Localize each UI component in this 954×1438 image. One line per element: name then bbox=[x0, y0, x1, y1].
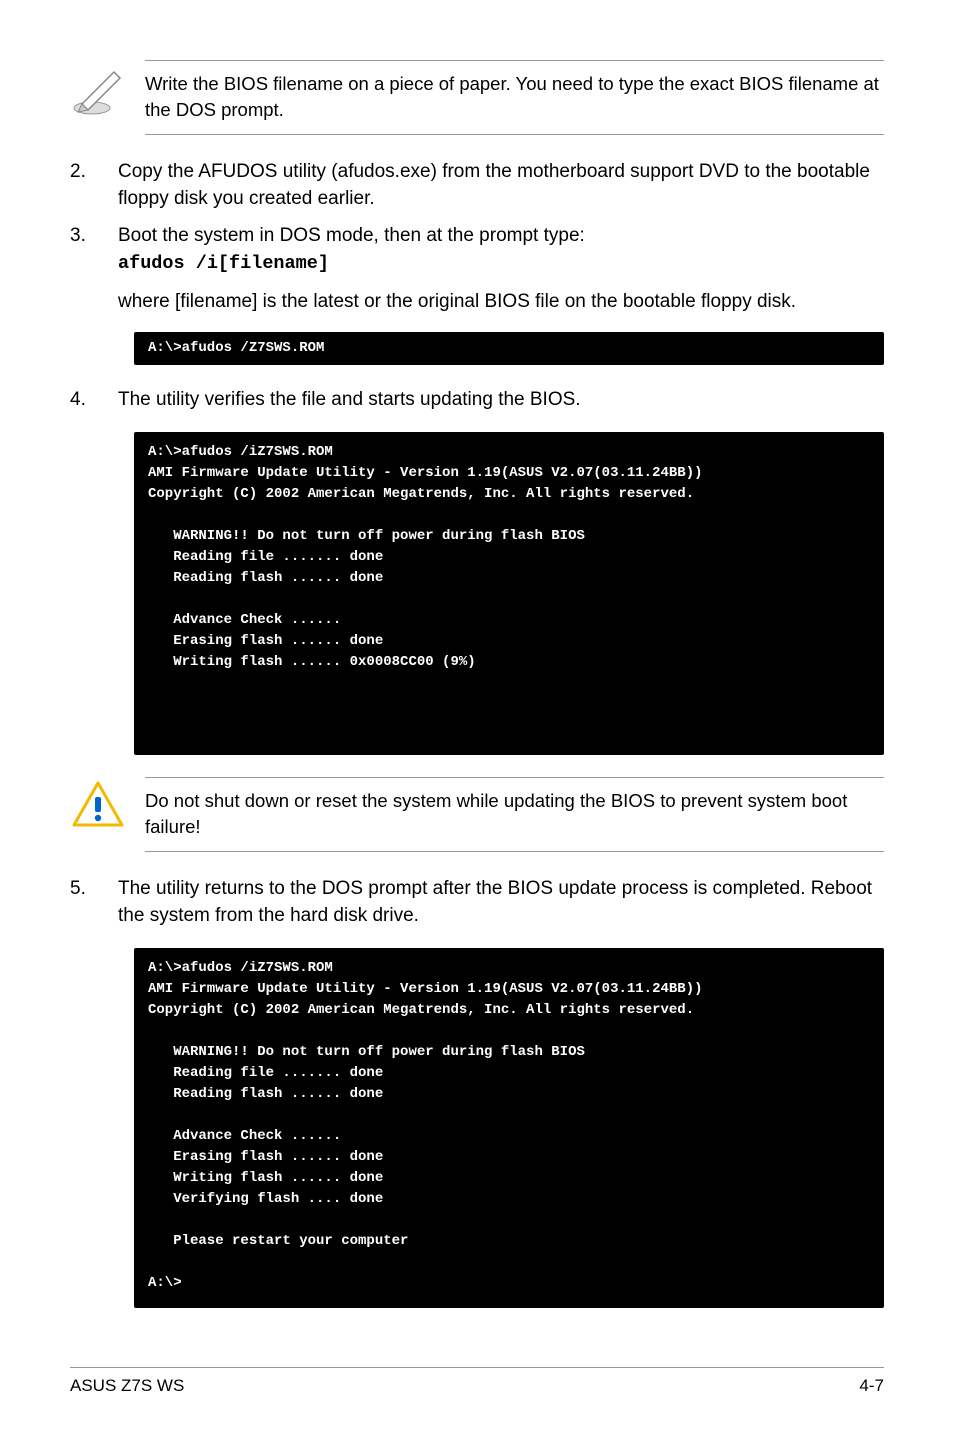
note-block-pen: Write the BIOS filename on a piece of pa… bbox=[70, 60, 884, 135]
terminal-output-1: A:\>afudos /Z7SWS.ROM bbox=[134, 332, 884, 365]
note-text: Write the BIOS filename on a piece of pa… bbox=[145, 60, 884, 135]
step-number: 3. bbox=[70, 223, 118, 277]
step-body: The utility returns to the DOS prompt af… bbox=[118, 876, 884, 930]
step-number: 4. bbox=[70, 387, 118, 414]
terminal-output-2: A:\>afudos /iZ7SWS.ROM AMI Firmware Upda… bbox=[134, 432, 884, 755]
step-number: 2. bbox=[70, 159, 118, 213]
caution-block: Do not shut down or reset the system whi… bbox=[70, 777, 884, 852]
step-2: 2. Copy the AFUDOS utility (afudos.exe) … bbox=[70, 159, 884, 213]
footer-left: ASUS Z7S WS bbox=[70, 1376, 184, 1396]
terminal-output-3: A:\>afudos /iZ7SWS.ROM AMI Firmware Upda… bbox=[134, 948, 884, 1308]
icon-col bbox=[70, 60, 145, 123]
step-number: 5. bbox=[70, 876, 118, 930]
icon-col bbox=[70, 777, 145, 834]
footer-right: 4-7 bbox=[859, 1376, 884, 1396]
where-paragraph: where [filename] is the latest or the or… bbox=[118, 289, 884, 316]
pen-icon bbox=[70, 62, 126, 118]
caution-text: Do not shut down or reset the system whi… bbox=[145, 777, 884, 852]
step-3-text: Boot the system in DOS mode, then at the… bbox=[118, 225, 585, 246]
step-3-code: afudos /i[filename] bbox=[118, 253, 329, 274]
caution-icon bbox=[70, 779, 126, 829]
step-5: 5. The utility returns to the DOS prompt… bbox=[70, 876, 884, 930]
page-footer: ASUS Z7S WS 4-7 bbox=[70, 1367, 884, 1396]
step-body: Boot the system in DOS mode, then at the… bbox=[118, 223, 884, 277]
step-body: The utility verifies the file and starts… bbox=[118, 387, 884, 414]
step-3: 3. Boot the system in DOS mode, then at … bbox=[70, 223, 884, 277]
step-body: Copy the AFUDOS utility (afudos.exe) fro… bbox=[118, 159, 884, 213]
step-4: 4. The utility verifies the file and sta… bbox=[70, 387, 884, 414]
